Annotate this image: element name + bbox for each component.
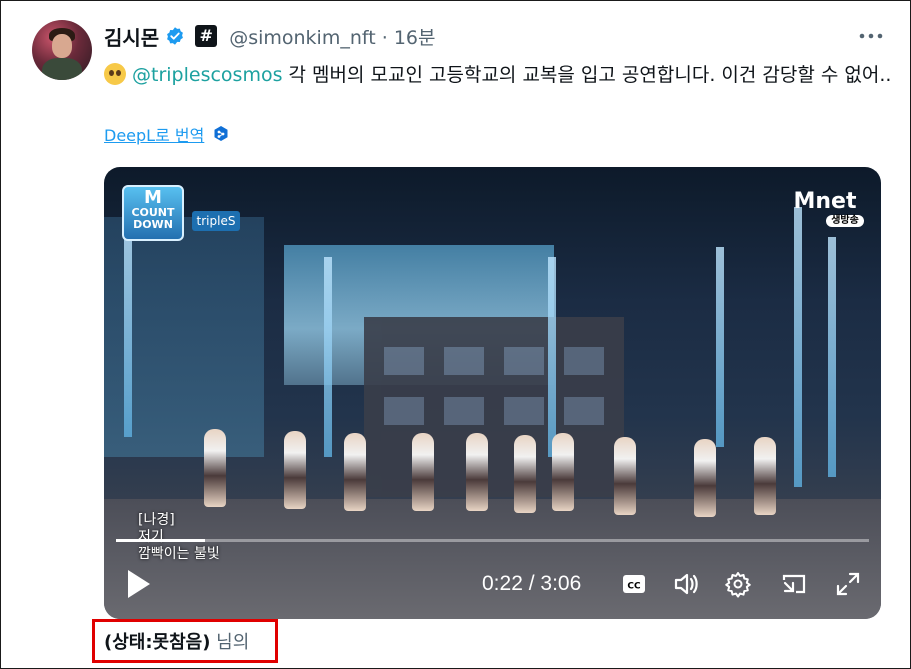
svg-text:CC: CC xyxy=(627,582,641,592)
video-subtitle: [나경] 저기 깜빡이는 불빛 xyxy=(138,512,220,563)
translate-link[interactable]: DeepL로 번역 xyxy=(104,122,204,146)
stage-school-building xyxy=(364,317,624,497)
picture-in-picture-icon[interactable] xyxy=(780,570,808,598)
deepl-icon xyxy=(214,126,228,141)
duration: 3:06 xyxy=(540,572,582,595)
tweet-body: 각 멤버의 모교인 고등학교의 교복을 입고 공연합니다. 이건 감당할 수 없… xyxy=(282,64,892,86)
volume-icon[interactable] xyxy=(672,570,700,598)
status-line: (상태:못참음) 님의 xyxy=(104,632,249,654)
channel-logo: Mnet 생방송 xyxy=(784,189,866,229)
group-name-tag: tripleS xyxy=(192,211,240,231)
current-time: 0:22 xyxy=(482,572,523,595)
meta-separator: · xyxy=(381,26,388,49)
pleading-face-emoji-icon xyxy=(104,63,126,85)
tweet-time[interactable]: 16분 xyxy=(394,27,436,49)
video-player[interactable]: M COUNT DOWN tripleS Mnet 생방송 [나경] 저기 깜빡… xyxy=(104,167,881,619)
settings-gear-icon[interactable] xyxy=(724,570,752,598)
video-time: 0:22 / 3:06 xyxy=(482,568,581,600)
verified-badge-icon xyxy=(167,27,184,45)
translate-row: DeepL로 번역 xyxy=(104,122,230,146)
avatar-body xyxy=(42,58,82,80)
tweet-text: @triplescosmos 각 멤버의 모교인 고등학교의 교복을 입고 공연… xyxy=(104,60,894,90)
status-suffix: 님의 xyxy=(210,632,250,653)
subtitle-line: 저기 xyxy=(138,529,164,545)
status-label: (상태:못참음) xyxy=(104,632,211,653)
mention-link[interactable]: @triplescosmos xyxy=(132,64,282,86)
affiliate-hash-badge[interactable]: # xyxy=(195,25,218,47)
video-controls: 0:22 / 3:06 CC xyxy=(104,562,881,610)
play-icon[interactable] xyxy=(124,568,152,600)
avatar-face xyxy=(52,34,72,58)
avatar[interactable] xyxy=(32,20,92,80)
more-options-icon[interactable] xyxy=(856,26,886,46)
author-handle[interactable]: @simonkim_nft xyxy=(229,27,376,49)
time-separator: / xyxy=(522,572,541,595)
subtitle-line: [나경] xyxy=(138,512,175,528)
author-name[interactable]: 김시몬 xyxy=(104,22,159,51)
fullscreen-icon[interactable] xyxy=(834,570,862,598)
subtitle-line: 깜빡이는 불빛 xyxy=(138,546,220,562)
tweet-header: 김시몬 # @simonkim_nft · 16분 xyxy=(104,22,436,50)
video-progress-fill xyxy=(116,539,205,542)
author-handle-line: @simonkim_nft · 16분 xyxy=(229,23,435,50)
captions-icon[interactable]: CC xyxy=(620,570,648,598)
countdown-logo: M COUNT DOWN xyxy=(122,185,184,241)
video-progress-bar[interactable] xyxy=(116,539,869,542)
